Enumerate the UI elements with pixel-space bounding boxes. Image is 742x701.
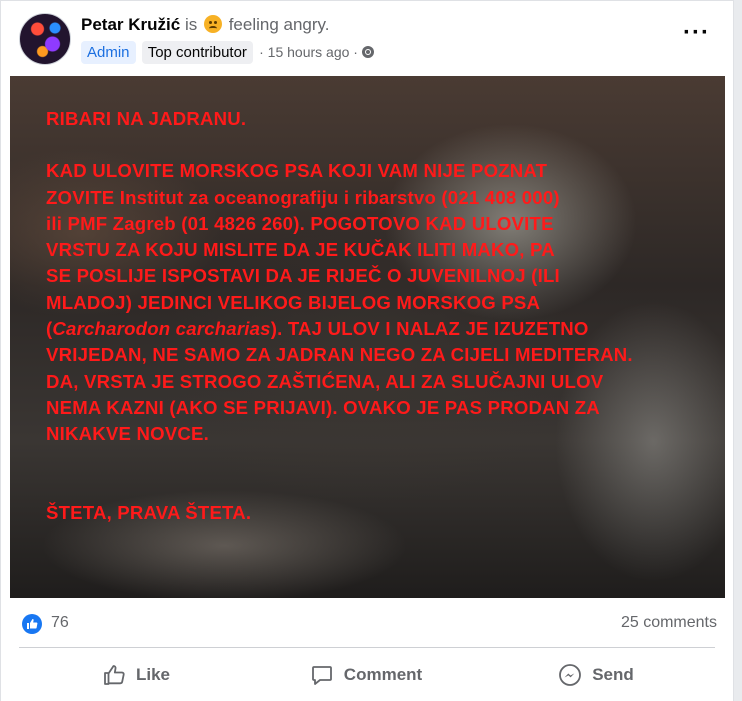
image-title: RIBARI NA JADRANU.	[46, 108, 247, 129]
admin-badge[interactable]: Admin	[81, 41, 136, 64]
angry-face-icon	[203, 15, 222, 33]
author-badges: Admin Top contributor · 15 hours ago ·	[81, 41, 375, 64]
image-line: ZOVITE Institut za oceanografiju i ribar…	[46, 186, 560, 208]
send-label: Send	[592, 665, 634, 684]
post-image[interactable]: RIBARI NA JADRANU. KAD ULOVITE MORSKOG P…	[10, 76, 725, 598]
feeling-text: feeling angry.	[228, 15, 330, 34]
like-label: Like	[135, 665, 171, 684]
species-name: Carcharodon carcharias	[52, 318, 271, 340]
image-line: DA, VRSTA JE STROGO ZAŠTIĆENA, ALI ZA SL…	[46, 370, 604, 392]
image-line: NIKAKVE NOVCE.	[46, 423, 209, 445]
image-line: VRIJEDAN, NE SAMO ZA JADRAN NEGO ZA CIJE…	[46, 344, 633, 366]
comment-icon	[311, 666, 332, 685]
image-line: KAD ULOVITE MORSKOG PSA KOJI VAM NIJE PO…	[46, 160, 548, 182]
top-contributor-badge[interactable]: Top contributor	[141, 41, 253, 64]
like-button[interactable]: Like	[21, 655, 251, 695]
post-time[interactable]: · 15 hours ago ·	[259, 44, 358, 60]
image-line: SE POSLIJE ISPOSTAVI DA JE RIJEČ O JUVEN…	[46, 265, 560, 287]
reaction-stats: 76 25 comments	[1, 605, 733, 643]
post-header: Petar Kružić is feeling angry. Admin Top…	[1, 1, 733, 76]
send-button[interactable]: Send	[481, 655, 711, 695]
author-line: Petar Kružić is feeling angry.	[81, 14, 330, 36]
image-line: MLADOJ) JEDINCI VELIKOG BIJELOG MORSKOG …	[46, 291, 541, 313]
image-line: ili PMF Zagreb (01 4826 260). POGOTOVO K…	[46, 212, 554, 234]
globe-icon[interactable]	[362, 46, 375, 58]
divider	[19, 647, 715, 648]
species-rest: ). TAJ ULOV I NALAZ JE IZUZETNO	[270, 318, 589, 340]
image-line-species: (Carcharodon carcharias). TAJ ULOV I NAL…	[46, 316, 725, 342]
comment-label: Comment	[343, 665, 423, 684]
like-reaction-icon[interactable]	[22, 614, 42, 634]
action-bar: Like Comment Send	[1, 649, 733, 701]
messenger-icon	[559, 664, 582, 686]
thumbs-up-icon	[104, 665, 125, 685]
more-options-button[interactable]: ···	[683, 21, 709, 47]
like-count[interactable]: 76	[51, 614, 69, 632]
activity-prefix: is	[184, 15, 198, 34]
post-card: Petar Kružić is feeling angry. Admin Top…	[0, 0, 734, 701]
author-name[interactable]: Petar Kružić	[81, 15, 180, 34]
image-closing: ŠTETA, PRAVA ŠTETA.	[46, 501, 252, 523]
comments-count[interactable]: 25 comments	[621, 614, 717, 632]
comment-button[interactable]: Comment	[251, 655, 481, 695]
author-avatar[interactable]	[19, 13, 71, 65]
image-line: VRSTU ZA KOJU MISLITE DA JE KUČAK ILITI …	[46, 239, 555, 261]
image-text: RIBARI NA JADRANU. KAD ULOVITE MORSKOG P…	[46, 106, 725, 526]
image-line: NEMA KAZNI (AKO SE PRIJAVI). OVAKO JE PA…	[46, 396, 600, 418]
